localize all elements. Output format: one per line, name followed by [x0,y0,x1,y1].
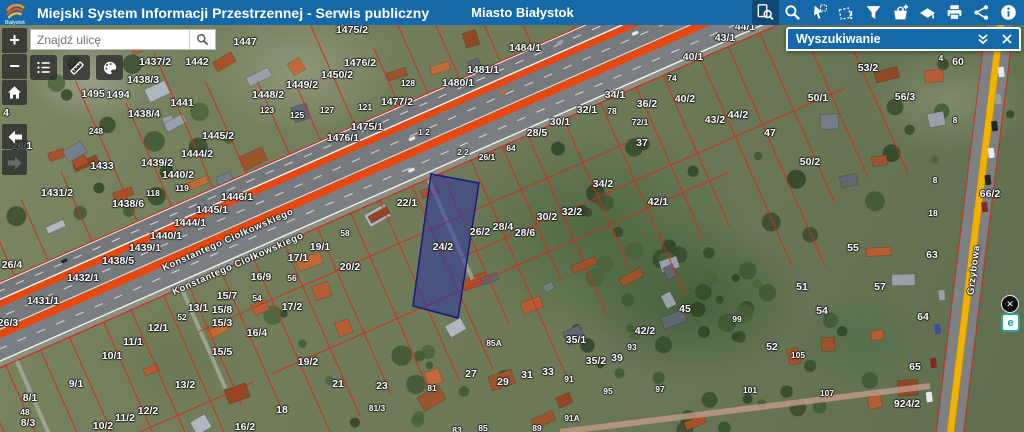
share-button[interactable] [968,0,995,25]
forward-button[interactable] [2,150,27,175]
chevron-double-down-icon [977,34,989,45]
palette-icon [102,60,118,76]
app-title: Miejski System Informacji Przestrzennej … [37,5,429,21]
add-to-basket-button[interactable] [887,0,914,25]
search-panel-title: Wyszukiwanie [788,32,971,46]
print-button[interactable] [941,0,968,25]
side-street [926,25,1013,432]
bialystok-logo-icon[interactable]: Białystok [3,1,27,25]
top-bar: Białystok Miejski System Informacji Prze… [0,0,1024,25]
search-documents-button[interactable] [752,0,779,25]
zoom-search-button[interactable] [779,0,806,25]
info-button[interactable] [995,0,1022,25]
street-highlight-yellow [947,25,1004,432]
back-button[interactable] [2,124,27,149]
panel-collapse-button[interactable] [971,29,995,49]
palette-button[interactable] [96,55,123,80]
map-canvas[interactable] [0,0,1024,432]
search-icon [196,33,209,46]
search-panel-header[interactable]: Wyszukiwanie [786,27,1021,51]
home-button[interactable] [2,80,27,105]
select-features-button[interactable] [806,0,833,25]
add-to-basket-icon [892,4,909,21]
zoom-in-button[interactable]: + [2,28,27,53]
print-icon [946,4,963,21]
street-search-input[interactable] [31,30,189,49]
layers-list-button[interactable] [30,55,57,80]
sidewalk-path [560,386,930,432]
themes-button[interactable] [914,0,941,25]
info-icon [1000,4,1017,21]
home-icon [7,85,22,100]
forward-arrow-icon [7,156,23,170]
city-label: Miasto Białystok [471,5,574,20]
street-search-button[interactable] [189,30,215,49]
measure-ruler-button[interactable] [63,55,90,80]
map-tool-buttons [30,55,123,80]
themes-icon [919,4,936,21]
zoom-search-icon [784,4,801,21]
area-warning-icon [838,4,855,21]
svg-text:Białystok: Białystok [5,19,26,24]
ruler-icon [69,60,85,76]
layers-list-icon [36,60,51,75]
filter-button[interactable] [860,0,887,25]
share-icon [973,4,990,21]
select-features-icon [811,4,828,21]
close-icon [1002,34,1012,44]
area-warning-button[interactable] [833,0,860,25]
app-window: 1475/214471437/214421438/3149514941476/2… [0,0,1024,432]
back-arrow-icon [7,130,23,144]
widget-close-button[interactable]: ✕ [1001,295,1019,313]
search-documents-icon [757,4,774,21]
filter-icon [865,4,882,21]
widget-e-button[interactable]: e [1001,313,1020,332]
toolbar [752,0,1022,25]
street-search [30,29,216,50]
panel-close-button[interactable] [995,29,1019,49]
zoom-out-button[interactable]: − [2,54,27,79]
